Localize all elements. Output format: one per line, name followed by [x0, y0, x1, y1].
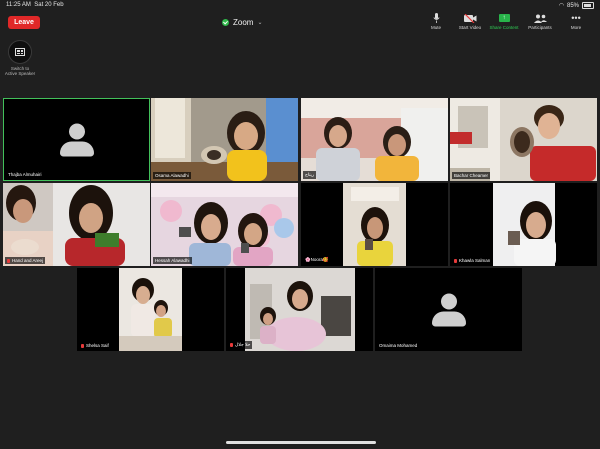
video-off-icon: [463, 13, 477, 23]
participant-tile[interactable]: ريتاج: [301, 98, 448, 181]
participant-video: [226, 268, 373, 351]
more-button[interactable]: ••• More: [562, 13, 590, 30]
participants-icon: [533, 13, 547, 23]
microphone-icon: [432, 13, 440, 23]
status-indicators: ◠ 85%: [559, 2, 594, 9]
participant-name: Shelsa Saif: [79, 342, 111, 349]
encryption-shield-icon: [222, 18, 229, 26]
home-indicator[interactable]: [226, 441, 376, 444]
participant-name: Hand and Areej: [5, 257, 46, 264]
participant-video: [151, 183, 298, 266]
participant-video: [450, 183, 597, 266]
status-date: Sat 20 Feb: [34, 2, 64, 8]
participant-tile[interactable]: حلا جلال: [226, 268, 373, 351]
participant-tile[interactable]: Osama Alawadhi: [151, 98, 298, 181]
participant-tile[interactable]: Shelsa Saif: [77, 268, 224, 351]
wifi-icon: ◠: [558, 3, 564, 9]
participant-video: [450, 98, 597, 181]
participant-name: 🌸Noora🥰: [303, 256, 331, 264]
participant-tile[interactable]: Hand and Areej: [3, 183, 150, 266]
participant-tile[interactable]: Bachar Cheamer: [450, 98, 597, 181]
status-time-date: 11:25 AM Sat 20 Feb: [6, 2, 64, 8]
participants-button[interactable]: Participants: [524, 13, 556, 30]
muted-mic-icon: [230, 343, 233, 347]
meeting-toolbar: Mute Start Video ↑ Share Content Partici…: [422, 13, 590, 30]
participant-tile[interactable]: Hessah Alawadhi: [151, 183, 298, 266]
share-screen-icon: ↑: [498, 13, 510, 23]
participant-video: [77, 268, 224, 351]
participant-name: Osama Alawadhi: [153, 172, 191, 179]
participant-name: Khawla Salman: [452, 257, 493, 264]
participant-name: Hessah Alawadhi: [153, 257, 192, 264]
participant-name: Thajba Almuhairi: [6, 171, 44, 178]
participant-name: Bachar Cheamer: [452, 172, 491, 179]
participant-tile[interactable]: Omaima Mohamed: [375, 268, 522, 351]
leave-button[interactable]: Leave: [8, 16, 40, 29]
more-icon: •••: [571, 13, 581, 23]
mute-button[interactable]: Mute: [422, 13, 450, 30]
share-content-button[interactable]: ↑ Share Content: [489, 13, 519, 30]
participant-video: [301, 183, 448, 266]
avatar-placeholder-icon: [431, 293, 466, 326]
chevron-down-icon: ⌄: [257, 19, 263, 26]
participant-video: [301, 98, 448, 181]
avatar-placeholder-icon: [59, 123, 94, 156]
battery-icon: [582, 2, 594, 9]
switch-to-active-speaker-button[interactable]: Switch to Active Speaker: [3, 40, 37, 76]
participant-tile[interactable]: 🌸Noora🥰: [301, 183, 448, 266]
participant-video: [3, 183, 150, 266]
participant-name: Omaima Mohamed: [377, 342, 420, 349]
battery-percent: 85%: [566, 2, 579, 9]
status-time: 11:25 AM: [6, 2, 31, 8]
start-video-button[interactable]: Start Video: [456, 13, 484, 30]
meeting-title-text: Zoom: [233, 17, 254, 27]
muted-mic-icon: [454, 258, 457, 263]
muted-mic-icon: [7, 258, 10, 263]
muted-mic-icon: [81, 343, 84, 348]
meeting-title[interactable]: Zoom ⌄: [222, 16, 262, 28]
participant-tile[interactable]: Khawla Salman: [450, 183, 597, 266]
switch-speaker-label: Switch to Active Speaker: [4, 66, 36, 76]
gallery-view-icon: [8, 40, 32, 64]
participant-tile[interactable]: Thajba Almuhairi: [3, 98, 150, 181]
participant-name: حلا جلال: [228, 341, 253, 349]
participant-name: ريتاج: [303, 171, 317, 179]
participant-video: [151, 98, 298, 181]
